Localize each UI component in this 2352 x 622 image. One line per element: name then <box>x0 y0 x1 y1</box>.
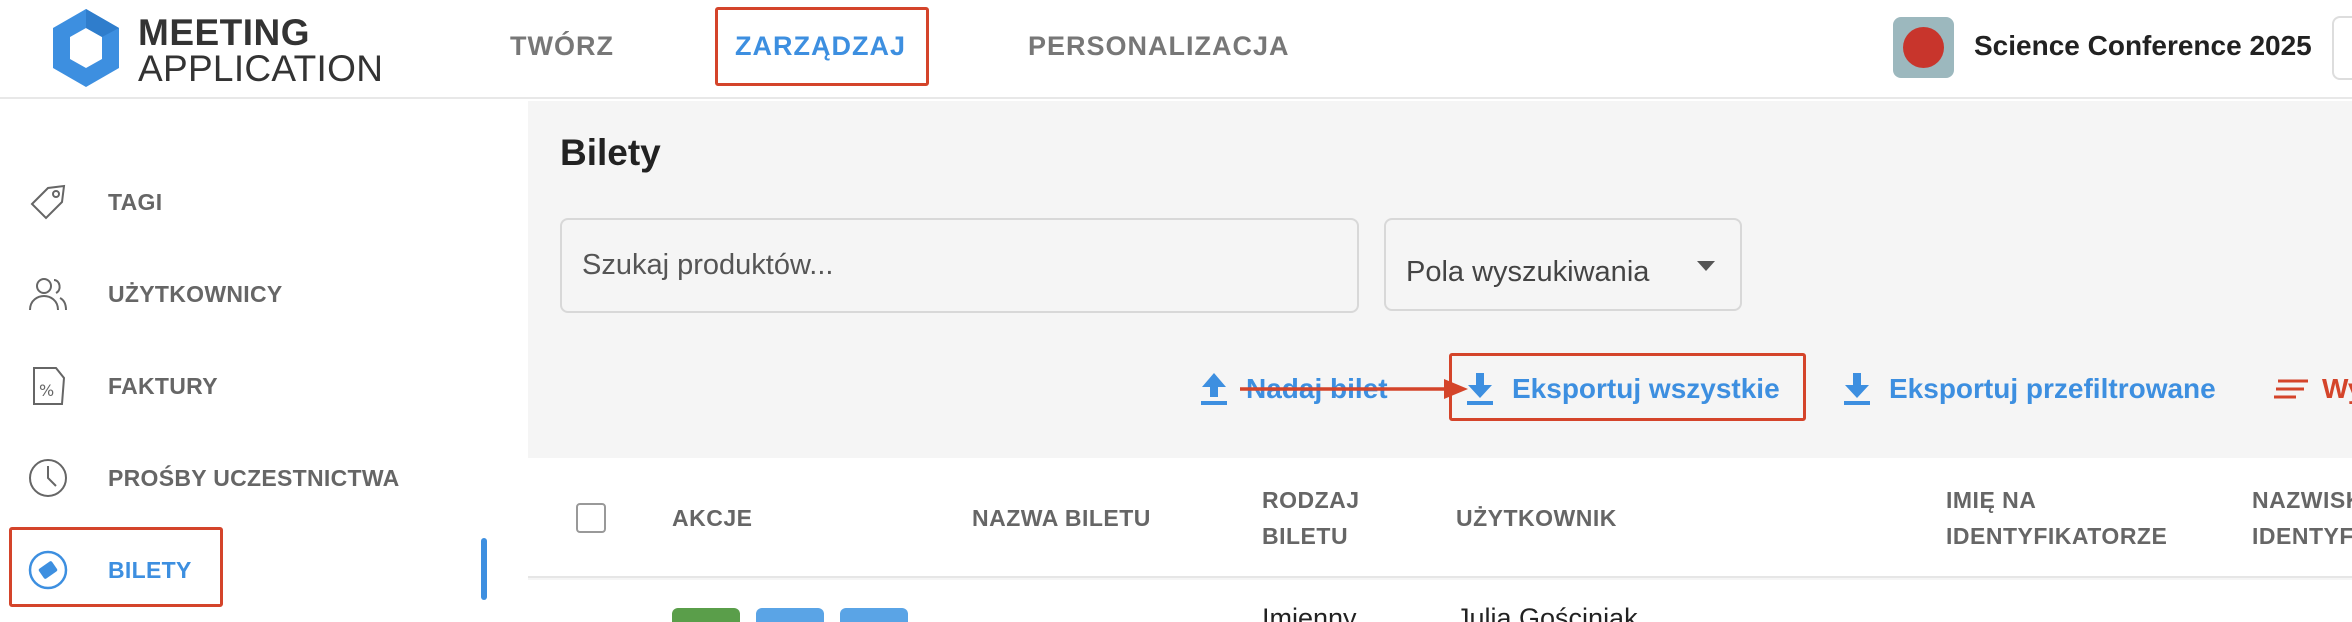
nav-tab-personalizacja[interactable]: PERSONALIZACJA <box>1028 28 1290 64</box>
sidebar-item-tagi[interactable]: TAGI <box>0 166 480 236</box>
page-title: Bilety <box>560 132 661 173</box>
sidebar: TAGI UŻYTKOWNICY % FAKTURY PROŚBY UCZEST… <box>0 101 490 622</box>
sidebar-item-label: FAKTURY <box>108 373 218 399</box>
top-header: MEETING APPLICATION TWÓRZ ZARZĄDZAJ PERS… <box>0 0 2352 99</box>
eksportuj-przefiltrowane-button[interactable]: Eksportuj przefiltrowane <box>1841 369 2221 409</box>
sidebar-item-label: TAGI <box>108 189 163 215</box>
column-header-uzytkownik[interactable]: UŻYTKOWNIK <box>1456 500 1617 536</box>
upload-icon <box>1201 373 1227 405</box>
column-header-imie-line1[interactable]: IMIĘ NA <box>1946 482 2036 518</box>
tag-icon <box>30 184 66 220</box>
eksportuj-wszystkie-label: Eksportuj wszystkie <box>1512 373 1780 404</box>
cell-uzytkownik[interactable]: Julia Gościniak <box>1456 602 1638 622</box>
app-logo[interactable]: MEETING APPLICATION <box>50 6 400 92</box>
invoice-icon: % <box>33 367 66 405</box>
sidebar-scrollbar[interactable] <box>481 538 487 600</box>
table-row: Imienny Julia Gościniak <box>528 580 2352 622</box>
annotation-arrow-icon <box>1240 379 1468 399</box>
column-header-rodzaj-line1[interactable]: RODZAJ <box>1262 482 1360 518</box>
table-header: AKCJE NAZWA BILETU RODZAJ BILETU UŻYTKOW… <box>528 458 2352 578</box>
sidebar-item-label: UŻYTKOWNICY <box>108 281 283 307</box>
row-action-button-green[interactable] <box>672 608 740 622</box>
column-header-akcje[interactable]: AKCJE <box>672 500 752 536</box>
eksportuj-wszystkie-button[interactable]: Eksportuj wszystkie <box>1464 369 1780 409</box>
wyczysc-filtry-button[interactable]: Wy <box>2274 369 2352 409</box>
conference-avatar[interactable] <box>1893 17 1954 78</box>
nav-tab-tworz[interactable]: TWÓRZ <box>510 28 614 64</box>
ticket-icon <box>28 550 68 590</box>
logo-hexagon-icon <box>53 9 119 87</box>
column-header-nazwisko-line1[interactable]: NAZWISK <box>2252 482 2352 518</box>
header-right-control[interactable] <box>2332 16 2352 80</box>
search-input[interactable] <box>560 218 1359 313</box>
sidebar-item-bilety[interactable]: BILETY <box>0 534 480 604</box>
row-action-button-blue-2[interactable] <box>840 608 908 622</box>
search-fields-value: Pola wyszukiwania <box>1406 256 1650 288</box>
column-header-nazwisko-line2[interactable]: IDENTYFI <box>2252 518 2352 554</box>
column-header-imie-line2[interactable]: IDENTYFIKATORZE <box>1946 518 2167 554</box>
filter-lines-icon <box>2274 379 2308 399</box>
svg-text:%: % <box>39 381 54 400</box>
select-all-checkbox[interactable] <box>576 503 606 533</box>
wyczysc-filtry-label: Wy <box>2322 373 2352 404</box>
download-icon <box>1844 373 1870 405</box>
sidebar-item-uzytkownicy[interactable]: UŻYTKOWNICY <box>0 258 480 328</box>
clock-icon <box>29 459 67 497</box>
cell-rodzaj: Imienny <box>1262 603 1357 622</box>
search-fields-select[interactable]: Pola wyszukiwania <box>1384 218 1742 311</box>
logo-text-line1: MEETING <box>138 12 311 53</box>
download-icon <box>1467 373 1493 405</box>
conference-name[interactable]: Science Conference 2025 <box>1974 28 2312 64</box>
column-header-rodzaj-line2[interactable]: BILETU <box>1262 518 1348 554</box>
sidebar-item-label: PROŚBY UCZESTNICTWA <box>108 465 400 491</box>
column-header-nazwa-biletu[interactable]: NAZWA BILETU <box>972 500 1151 536</box>
sidebar-item-label: BILETY <box>108 557 192 583</box>
nav-tab-zarzadzaj[interactable]: ZARZĄDZAJ <box>735 28 906 64</box>
main-content: Bilety Pola wyszukiwania Nadaj bilet Eks… <box>528 101 2352 622</box>
chevron-down-icon <box>1697 261 1715 271</box>
sidebar-item-faktury[interactable]: % FAKTURY <box>0 350 480 420</box>
row-action-button-blue[interactable] <box>756 608 824 622</box>
eksportuj-przefiltrowane-label: Eksportuj przefiltrowane <box>1889 373 2216 404</box>
users-icon <box>29 278 67 311</box>
sidebar-item-prosby[interactable]: PROŚBY UCZESTNICTWA <box>0 442 480 512</box>
logo-text-line2: APPLICATION <box>138 48 384 89</box>
